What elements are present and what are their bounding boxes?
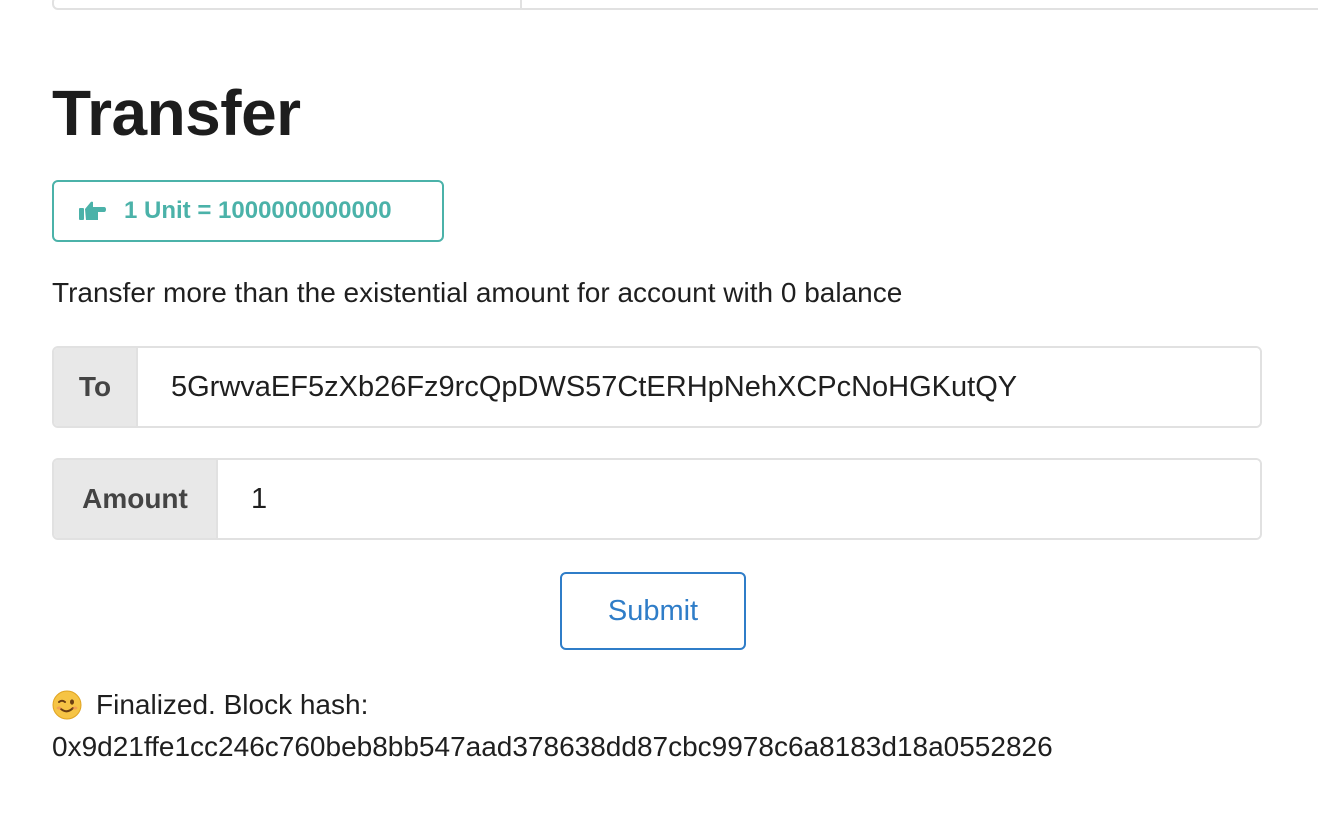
transfer-hint: Transfer more than the existential amoun… — [52, 277, 903, 308]
amount-label: Amount — [54, 460, 218, 538]
winking-face-icon — [52, 690, 82, 720]
to-label: To — [54, 348, 138, 426]
unit-conversion-label: 1 Unit = 1000000000000 — [52, 180, 444, 242]
amount-input[interactable] — [218, 460, 1260, 538]
submit-button[interactable]: Submit — [560, 572, 746, 650]
previous-section-card — [52, 0, 1318, 10]
to-field: To — [52, 346, 1262, 428]
unit-conversion-text: 1 Unit = 1000000000000 — [124, 197, 392, 224]
block-hash: 0x9d21ffe1cc246c760beb8bb547aad378638dd8… — [52, 731, 1053, 762]
amount-field: Amount — [52, 458, 1262, 540]
status-message: Finalized. Block hash: — [96, 689, 369, 720]
page-title: Transfer — [52, 77, 301, 149]
card-divider — [520, 0, 522, 8]
to-address-input[interactable] — [138, 348, 1260, 426]
transaction-status: Finalized. Block hash: 0x9d21ffe1cc246c7… — [52, 684, 1053, 768]
hand-pointing-right-icon — [78, 200, 106, 222]
